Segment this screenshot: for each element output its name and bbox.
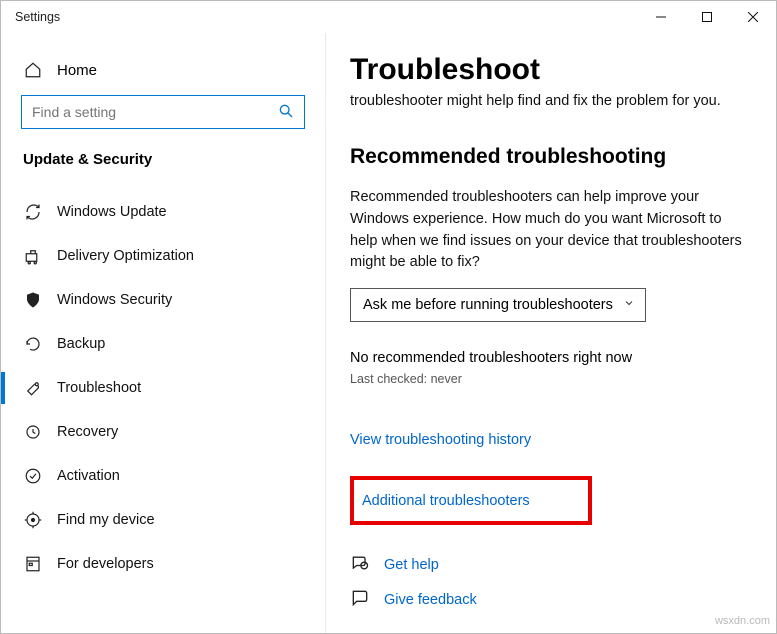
sidebar-item-label: Backup	[57, 336, 105, 352]
minimize-button[interactable]	[638, 1, 684, 33]
recovery-icon	[23, 423, 43, 441]
section-title: Recommended troubleshooting	[350, 145, 752, 169]
sidebar-item-delivery-optimization[interactable]: Delivery Optimization	[1, 234, 325, 278]
sidebar-item-for-developers[interactable]: For developers	[1, 542, 325, 586]
sidebar-item-label: Delivery Optimization	[57, 248, 194, 264]
delivery-icon	[23, 247, 43, 265]
location-icon	[23, 511, 43, 529]
window-title: Settings	[15, 10, 60, 24]
shield-icon	[23, 291, 43, 309]
no-recommended-text: No recommended troubleshooters right now	[350, 350, 752, 366]
search-icon	[278, 103, 294, 122]
additional-troubleshooters-link[interactable]: Additional troubleshooters	[362, 493, 530, 509]
sidebar-item-windows-security[interactable]: Windows Security	[1, 278, 325, 322]
sidebar-item-find-my-device[interactable]: Find my device	[1, 498, 325, 542]
dropdown-value: Ask me before running troubleshooters	[363, 297, 613, 313]
sidebar-item-label: For developers	[57, 556, 154, 572]
wrench-icon	[23, 379, 43, 397]
sidebar: Home Update & Security Windows Update De…	[1, 33, 326, 633]
check-circle-icon	[23, 467, 43, 485]
titlebar: Settings	[1, 1, 776, 33]
close-button[interactable]	[730, 1, 776, 33]
sidebar-item-label: Troubleshoot	[57, 380, 141, 396]
search-input[interactable]	[21, 95, 305, 129]
sidebar-item-label: Windows Update	[57, 204, 167, 220]
sidebar-item-troubleshoot[interactable]: Troubleshoot	[1, 366, 325, 410]
backup-icon	[23, 335, 43, 353]
sidebar-item-windows-update[interactable]: Windows Update	[1, 190, 325, 234]
get-help-label: Get help	[384, 557, 439, 573]
troubleshoot-preference-dropdown[interactable]: Ask me before running troubleshooters	[350, 288, 646, 322]
last-checked-text: Last checked: never	[350, 372, 752, 386]
content-area: Troubleshoot troubleshooter might help f…	[326, 33, 776, 633]
page-title: Troubleshoot	[350, 53, 752, 87]
sidebar-group-title: Update & Security	[1, 151, 325, 190]
give-feedback-label: Give feedback	[384, 592, 477, 608]
home-link[interactable]: Home	[1, 55, 325, 95]
sidebar-item-label: Activation	[57, 468, 120, 484]
search-field[interactable]	[32, 104, 278, 120]
sidebar-item-activation[interactable]: Activation	[1, 454, 325, 498]
view-history-link[interactable]: View troubleshooting history	[350, 432, 752, 448]
home-icon	[23, 61, 43, 79]
sidebar-item-backup[interactable]: Backup	[1, 322, 325, 366]
home-label: Home	[57, 62, 97, 79]
chevron-down-icon	[623, 297, 635, 313]
watermark: wsxdn.com	[715, 615, 770, 627]
additional-troubleshooters-highlight: Additional troubleshooters	[350, 476, 592, 525]
feedback-icon	[350, 588, 370, 611]
sidebar-item-recovery[interactable]: Recovery	[1, 410, 325, 454]
chat-icon	[350, 553, 370, 576]
sidebar-item-label: Find my device	[57, 512, 155, 528]
sidebar-item-label: Recovery	[57, 424, 118, 440]
recommended-description: Recommended troubleshooters can help imp…	[350, 187, 752, 274]
give-feedback-row[interactable]: Give feedback	[350, 588, 752, 611]
sync-icon	[23, 203, 43, 221]
intro-text: troubleshooter might help find and fix t…	[350, 93, 752, 109]
maximize-button[interactable]	[684, 1, 730, 33]
developers-icon	[23, 555, 43, 573]
sidebar-item-label: Windows Security	[57, 292, 172, 308]
get-help-row[interactable]: Get help	[350, 553, 752, 576]
